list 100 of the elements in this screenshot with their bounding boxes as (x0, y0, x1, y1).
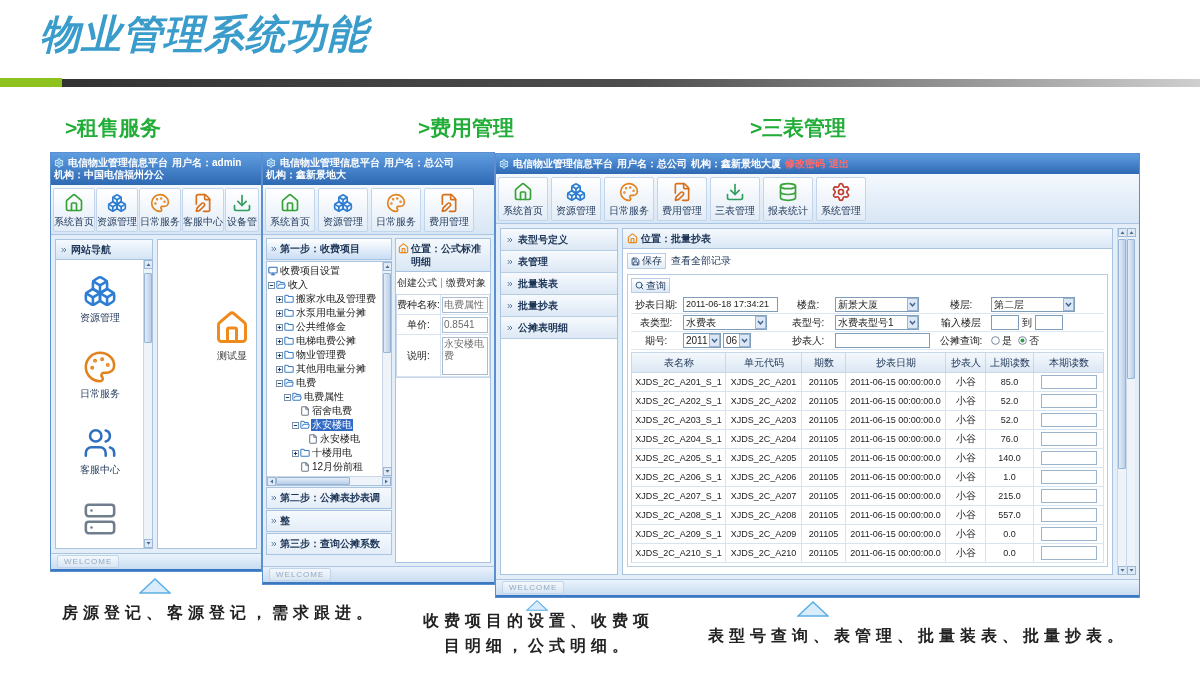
vertical-scrollbar[interactable] (143, 260, 152, 548)
tree-item[interactable]: 电梯电费公摊 (295, 335, 357, 347)
tree-item[interactable]: 物业管理费 (295, 349, 347, 361)
reading-input[interactable] (1040, 413, 1097, 427)
toolbar-button[interactable]: 日常服务 (139, 188, 181, 232)
reading-input[interactable] (1040, 451, 1097, 465)
vertical-scrollbar[interactable] (1117, 228, 1126, 575)
expand-icon[interactable] (276, 365, 283, 373)
reading-input[interactable] (1040, 527, 1097, 541)
scroll-right-icon[interactable] (382, 477, 391, 486)
reading-input[interactable] (1040, 508, 1097, 522)
toolbar-button[interactable]: 三表管理 (710, 177, 760, 221)
radio-icon[interactable] (1018, 336, 1027, 345)
tree-item[interactable]: 搬家水电及管理费 (295, 293, 377, 305)
toolbar-button[interactable]: 日常服务 (604, 177, 654, 221)
text-field[interactable]: 电费属性 (442, 296, 488, 313)
scroll-left-icon[interactable] (267, 477, 276, 486)
tree-item[interactable]: 永安楼电 (311, 419, 353, 431)
toolbar-button[interactable]: 费用管理 (657, 177, 707, 221)
text-field[interactable]: 0.8541 (442, 316, 488, 333)
toolbar-button[interactable]: 报表统计 (763, 177, 813, 221)
text-field[interactable] (991, 315, 1019, 330)
tree-item[interactable]: 电费属性 (303, 391, 345, 403)
shortcut[interactable]: 测试显 (214, 310, 250, 362)
scroll-down-icon[interactable] (1127, 566, 1136, 575)
toolbar-button[interactable]: 系统管理 (816, 177, 866, 221)
vertical-scrollbar[interactable] (1126, 228, 1135, 575)
nav-item[interactable]: 表型号定义 (501, 229, 617, 251)
tree-item[interactable]: 12月份前租 (311, 461, 365, 473)
text-field[interactable] (835, 333, 930, 348)
expand-icon[interactable] (276, 351, 283, 359)
reading-input[interactable] (1040, 432, 1097, 446)
scroll-thumb[interactable] (1118, 239, 1126, 469)
tree-item[interactable]: 水泵用电量分摊 (295, 307, 367, 319)
nav-item[interactable]: 公摊表明细 (501, 317, 617, 339)
toolbar-button[interactable]: 系统首页 (53, 188, 95, 232)
toolbar-button[interactable]: 资源管理 (318, 188, 368, 232)
step-header[interactable]: 第一步：收费项目 (266, 238, 392, 260)
vertical-scrollbar[interactable] (382, 262, 391, 476)
expand-icon[interactable] (292, 449, 299, 457)
collapse-icon[interactable] (268, 281, 275, 289)
tree-item[interactable]: 其他用电量分摊 (295, 363, 367, 375)
reading-input[interactable] (1040, 470, 1097, 484)
tree-item[interactable]: 公共维修金 (295, 321, 347, 333)
nav-item[interactable]: 批量抄表 (501, 295, 617, 317)
tree-item[interactable]: 十楼用电 (311, 447, 353, 459)
toolbar-button[interactable]: 费用管理 (424, 188, 474, 232)
toolbar-button[interactable]: 系统首页 (265, 188, 315, 232)
server-icon[interactable] (82, 502, 117, 536)
dropdown[interactable]: 第二层 (991, 297, 1075, 312)
step-header[interactable]: 第三步：查询公摊系数 (266, 533, 392, 555)
tree-item[interactable]: 永安楼电 (319, 433, 361, 445)
tree-item[interactable]: 电费 (295, 377, 317, 389)
toolbar-button[interactable]: 资源管理 (551, 177, 601, 221)
toolbar-button[interactable]: 日常服务 (371, 188, 421, 232)
scroll-down-icon[interactable] (383, 467, 392, 476)
view-all-link[interactable]: 查看全部记录 (671, 255, 731, 267)
step-header[interactable]: 第二步：公摊表抄表调 (266, 487, 392, 509)
horizontal-scrollbar[interactable] (267, 476, 391, 485)
scroll-thumb[interactable] (144, 273, 152, 343)
scroll-thumb[interactable] (383, 273, 391, 353)
tree-item[interactable]: 宿舍电费 (311, 405, 353, 417)
expand-icon[interactable] (276, 337, 283, 345)
text-area[interactable]: 永安楼电费 (442, 336, 488, 375)
step-header[interactable]: 整 (266, 510, 392, 532)
radio-option[interactable]: 是 (991, 334, 1012, 347)
radio-option[interactable]: 否 (1018, 334, 1039, 347)
nav-item[interactable]: 表管理 (501, 251, 617, 273)
text-field[interactable] (1035, 315, 1063, 330)
toolbar-button[interactable]: 设备管 (225, 188, 259, 232)
toolbar-button[interactable]: 系统首页 (498, 177, 548, 221)
toolbar-button[interactable]: 资源管理 (96, 188, 138, 232)
text-field[interactable]: 2011-06-18 17:34:21 (683, 297, 778, 312)
reading-input[interactable] (1040, 375, 1097, 389)
toolbar-button[interactable]: 客服中心 (182, 188, 224, 232)
tree-item[interactable]: 收费项目设置 (279, 265, 341, 277)
expand-icon[interactable] (276, 309, 283, 317)
collapse-icon[interactable] (284, 393, 291, 401)
action-link[interactable]: 缴费对象 (446, 277, 486, 289)
scroll-up-icon[interactable] (144, 260, 153, 269)
dropdown[interactable]: 水费表型号1 (835, 315, 919, 330)
expand-icon[interactable] (276, 323, 283, 331)
query-tab[interactable]: 查询 (631, 278, 670, 293)
reading-input[interactable] (1040, 394, 1097, 408)
reading-input[interactable] (1040, 489, 1097, 503)
reading-input[interactable] (1040, 546, 1097, 560)
dropdown[interactable]: 水费表 (683, 315, 767, 330)
action-link[interactable]: 创建公式 (397, 277, 437, 289)
collapse-icon[interactable] (292, 421, 299, 429)
dropdown[interactable]: 新景大厦 (835, 297, 919, 312)
scroll-down-icon[interactable] (144, 539, 153, 548)
scroll-up-icon[interactable] (1127, 228, 1136, 237)
dropdown[interactable]: 06 (723, 333, 751, 348)
nav-item[interactable]: 客服中心 (79, 426, 120, 476)
scroll-thumb[interactable] (276, 477, 351, 485)
expand-icon[interactable] (276, 295, 283, 303)
save-button[interactable]: 保存 (627, 253, 666, 269)
radio-icon[interactable] (991, 336, 1000, 345)
dropdown[interactable]: 2011 (683, 333, 721, 348)
tree-item[interactable]: 收入 (287, 279, 309, 291)
